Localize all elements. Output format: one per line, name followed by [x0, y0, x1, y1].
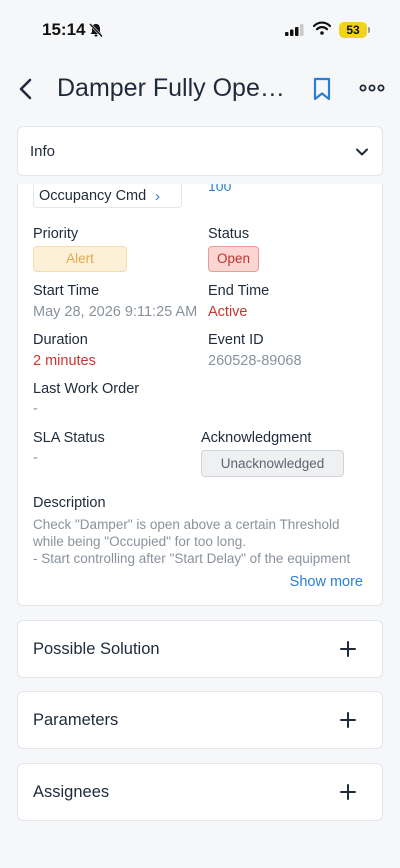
back-chevron-icon[interactable]: [14, 76, 40, 102]
info-panel: Occupancy Cmd › 100 Priority Alert Statu…: [17, 184, 383, 606]
section-label: Possible Solution: [33, 640, 160, 658]
start-time-value: May 28, 2026 9:11:25 AM: [33, 304, 198, 320]
duration-value: 2 minutes: [33, 353, 96, 369]
plus-icon: [340, 784, 356, 800]
acknowledgment-label: Acknowledgment: [201, 430, 312, 446]
description-text: Check "Damper" is open above a certain T…: [33, 516, 368, 567]
description-line: while being "Occupied" for too long.: [33, 534, 246, 549]
section-label: Assignees: [33, 783, 110, 801]
end-time-label: End Time: [208, 283, 270, 299]
nav-bar: Damper Fully Open Alarm: [0, 64, 400, 114]
duration-label: Duration: [33, 332, 88, 348]
sla-status-value: -: [33, 450, 38, 466]
description-label: Description: [33, 495, 106, 511]
wifi-icon: [313, 21, 331, 35]
battery-tip: [368, 27, 370, 33]
more-horizontal-icon[interactable]: [358, 78, 386, 98]
point-value: 100: [208, 184, 232, 194]
end-time-value: Active: [208, 304, 248, 320]
assignees-section[interactable]: Assignees: [17, 763, 383, 821]
show-more-link[interactable]: Show more: [290, 574, 363, 590]
description-line: - Start controlling after "Start Delay" …: [33, 551, 351, 566]
plus-icon: [340, 641, 356, 657]
plus-icon: [340, 712, 356, 728]
status-bar: 15:14 53: [0, 0, 400, 60]
description-line: Check "Damper" is open above a certain T…: [33, 517, 340, 532]
last-work-order-value: -: [33, 401, 38, 417]
bell-off-icon: [89, 23, 103, 38]
occupancy-cmd-label: Occupancy Cmd: [39, 188, 147, 204]
chevron-down-icon: [356, 148, 368, 156]
info-accordion-header[interactable]: Info: [17, 126, 383, 176]
page-title: Damper Fully Open Alarm: [57, 74, 297, 102]
bookmark-icon[interactable]: [310, 76, 334, 102]
status-label: Status: [208, 226, 250, 242]
section-label: Parameters: [33, 711, 119, 729]
battery-icon: 53: [339, 22, 367, 38]
possible-solution-section[interactable]: Possible Solution: [17, 620, 383, 678]
parameters-section[interactable]: Parameters: [17, 691, 383, 749]
chevron-right-icon: ›: [155, 188, 160, 205]
priority-badge: Alert: [33, 246, 127, 272]
event-id-label: Event ID: [208, 332, 264, 348]
sla-status-label: SLA Status: [33, 430, 105, 446]
occupancy-cmd-button[interactable]: Occupancy Cmd ›: [33, 184, 182, 208]
event-id-value: 260528-89068: [208, 353, 302, 369]
status-time: 15:14: [42, 20, 86, 39]
priority-label: Priority: [33, 226, 79, 242]
last-work-order-label: Last Work Order: [33, 381, 140, 397]
acknowledgment-badge[interactable]: Unacknowledged: [201, 450, 344, 477]
info-label: Info: [30, 143, 56, 160]
status-badge: Open: [208, 246, 259, 272]
start-time-label: Start Time: [33, 283, 100, 299]
signal-icon: [285, 24, 304, 36]
